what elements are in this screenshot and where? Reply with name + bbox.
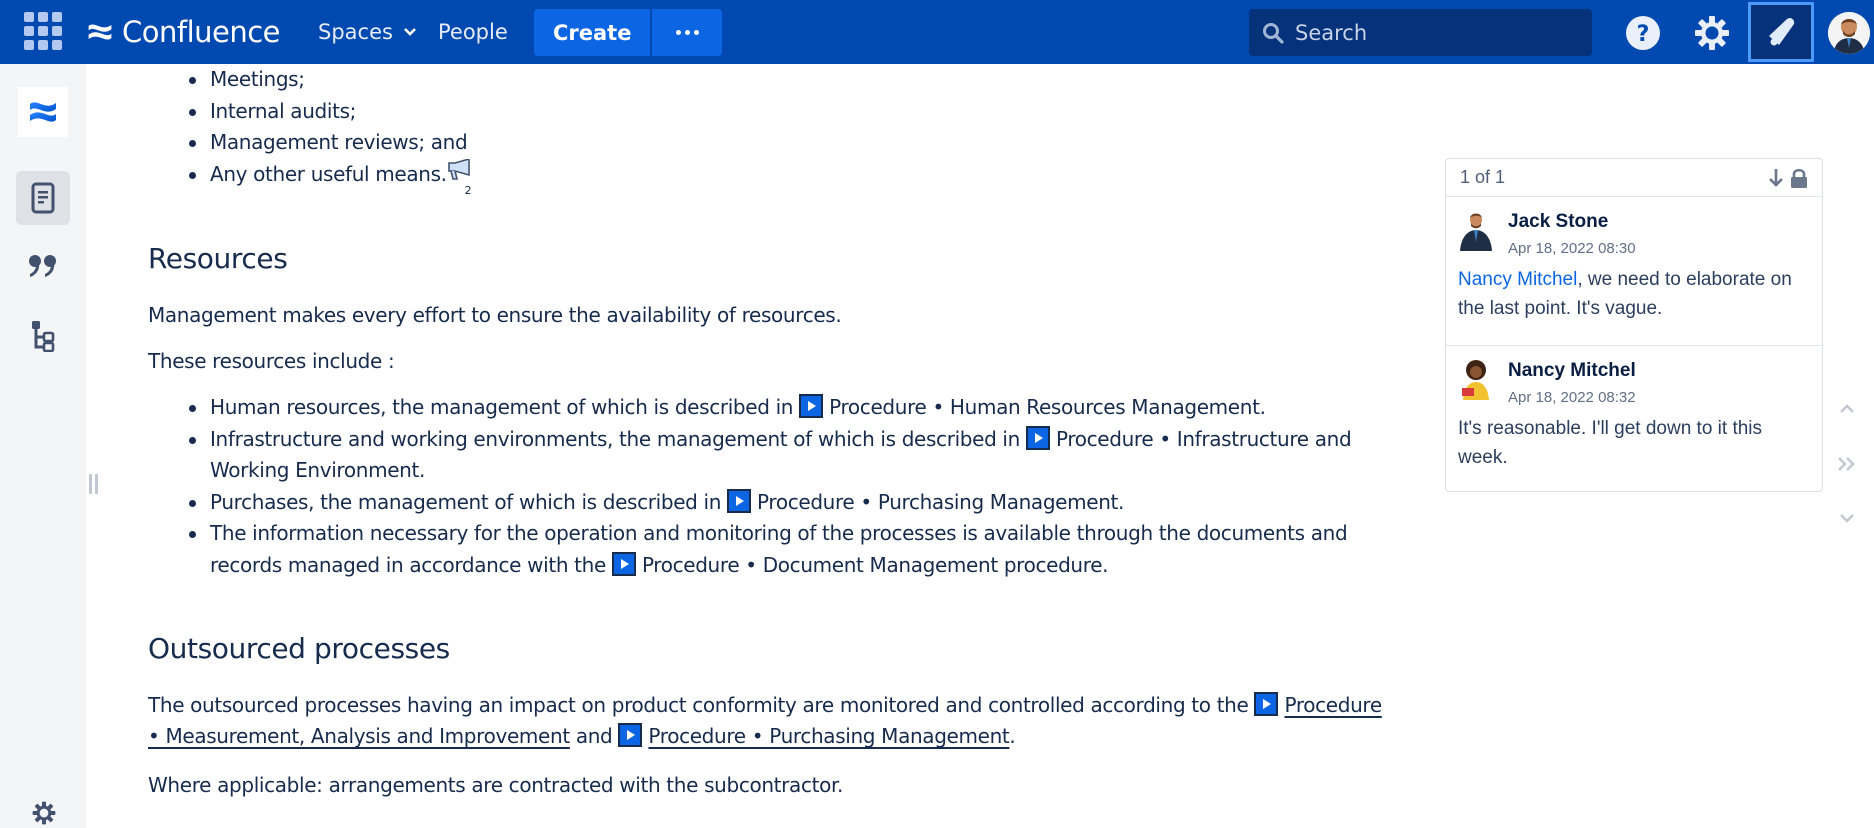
restrict-comment-button[interactable]: [1790, 168, 1808, 188]
comments-header: 1 of 1: [1446, 159, 1822, 197]
nav-spaces-label: Spaces: [318, 20, 393, 44]
arrow-down-icon: [1769, 168, 1783, 187]
next-comment-button[interactable]: [1768, 168, 1784, 188]
comment-author[interactable]: Nancy Mitchel: [1508, 358, 1810, 384]
nav-spaces-dropdown[interactable]: Spaces: [318, 16, 417, 48]
list-item: Meetings;: [148, 64, 748, 96]
list-item: Infrastructure and working environments,…: [148, 424, 1398, 487]
create-button-group: Create: [534, 9, 723, 56]
procedure-play-icon: [727, 488, 752, 513]
feedback-megaphone-icon[interactable]: 2: [447, 157, 475, 197]
resources-include-paragraph: These resources include :: [148, 349, 395, 373]
more-options-ellipsis-icon[interactable]: [652, 9, 723, 56]
space-sidebar: [0, 64, 86, 828]
avatar-nancy-mitchel[interactable]: [1458, 360, 1494, 400]
sidebar-item-blog[interactable]: [16, 239, 70, 293]
chevron-up-icon: [1840, 404, 1854, 413]
sidebar-resize-handle[interactable]: [89, 474, 98, 494]
space-logo[interactable]: [18, 87, 68, 137]
quote-icon: [29, 255, 56, 277]
hierarchy-icon: [32, 321, 55, 352]
search-icon: [1263, 22, 1284, 44]
brand-name: Confluence: [122, 15, 281, 49]
list-item: Internal audits;: [148, 96, 748, 128]
nav-people-link[interactable]: People: [438, 16, 508, 48]
sidebar-item-page-tree[interactable]: [16, 309, 70, 363]
help-icon: ?: [1626, 15, 1660, 50]
app-switcher-grid-icon[interactable]: [24, 12, 64, 52]
comment-timestamp[interactable]: Apr 18, 2022 08:30: [1508, 237, 1810, 261]
confluence-logo-icon: [88, 24, 112, 40]
next-comment-down-button[interactable]: [1836, 507, 1858, 529]
user-mention[interactable]: Nancy Mitchel: [1458, 269, 1577, 290]
top-navigation-bar: Confluence Spaces People Create ?: [0, 0, 1874, 64]
list-item: Management reviews; and: [148, 127, 748, 159]
user-avatar[interactable]: [1828, 12, 1870, 54]
procedure-play-icon: [618, 723, 643, 747]
settings-button[interactable]: [1688, 9, 1736, 56]
comment-item: Jack Stone Apr 18, 2022 08:30 Nancy Mitc…: [1446, 197, 1822, 345]
comment-timestamp[interactable]: Apr 18, 2022 08:32: [1508, 386, 1810, 410]
list-item: Any other useful means. 2: [148, 157, 748, 197]
heading-resources: Resources: [148, 242, 288, 275]
resources-list: Human resources, the management of which…: [148, 392, 1398, 581]
confluence-logo-icon: [30, 102, 56, 122]
comment-item: Nancy Mitchel Apr 18, 2022 08:32 It's re…: [1446, 345, 1822, 486]
double-chevron-right-icon: [1838, 457, 1855, 471]
where-applicable-paragraph: Where applicable: arrangements are contr…: [148, 773, 844, 797]
page-icon: [31, 182, 55, 214]
comment-author[interactable]: Jack Stone: [1508, 209, 1810, 235]
help-button[interactable]: ?: [1619, 9, 1667, 56]
notification-bell-icon: [1769, 17, 1795, 46]
svg-text:?: ?: [1637, 22, 1650, 47]
space-settings-button[interactable]: [24, 798, 64, 828]
list-item: Human resources, the management of which…: [148, 392, 1398, 424]
procedure-link-purchasing[interactable]: Procedure • Purchasing Management: [618, 723, 1010, 748]
procedure-play-icon: [611, 551, 636, 576]
list-item: Purchases, the management of which is de…: [148, 487, 1398, 519]
inline-comments-panel: 1 of 1 Jack Stone Apr 18, 2022 08:30 Nan…: [1445, 158, 1823, 492]
avatar-jack-stone[interactable]: [1458, 211, 1494, 251]
previous-comment-button[interactable]: [1836, 398, 1858, 420]
procedure-play-icon: [1254, 692, 1279, 716]
user-avatar-icon: [1828, 12, 1870, 54]
resources-paragraph: Management makes every effort to ensure …: [148, 303, 842, 327]
settings-gear-icon: [1695, 15, 1729, 50]
sidebar-item-pages[interactable]: [16, 171, 70, 225]
heading-outsourced-processes: Outsourced processes: [148, 632, 450, 665]
search-input[interactable]: [1295, 20, 1575, 45]
confluence-home-link[interactable]: Confluence: [86, 12, 281, 52]
comment-counter: 1 of 1: [1460, 167, 1506, 187]
notifications-button[interactable]: [1748, 2, 1814, 62]
settings-gear-icon: [32, 801, 56, 825]
search-box[interactable]: [1249, 9, 1592, 56]
lock-icon: [1791, 168, 1807, 188]
nav-people-label: People: [438, 20, 508, 44]
procedure-link[interactable]: Procedure • Document Management: [611, 551, 998, 577]
comment-body: Nancy Mitchel, we need to elaborate on t…: [1458, 269, 1792, 319]
expand-comments-button[interactable]: [1836, 453, 1858, 475]
procedure-link[interactable]: Procedure • Human Resources Management: [799, 394, 1260, 419]
means-list: Meetings; Internal audits; Management re…: [148, 64, 748, 197]
procedure-play-icon: [799, 394, 824, 418]
comment-body: It's reasonable. I'll get down to it thi…: [1458, 418, 1763, 468]
chevron-down-icon: [404, 28, 416, 36]
procedure-play-icon: [1025, 425, 1050, 450]
procedure-link[interactable]: Procedure • Purchasing Management: [727, 488, 1118, 514]
list-item: The information necessary for the operat…: [148, 518, 1398, 581]
create-button[interactable]: Create: [534, 9, 651, 56]
feedback-count: 2: [464, 183, 472, 197]
chevron-down-icon: [1840, 514, 1854, 523]
outsourced-paragraph: The outsourced processes having an impac…: [148, 692, 1382, 748]
